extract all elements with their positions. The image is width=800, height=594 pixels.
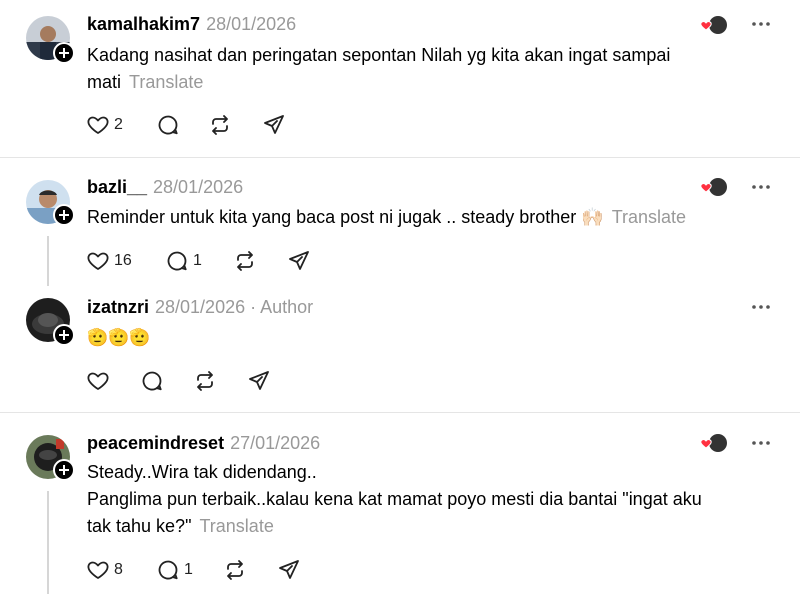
more-icon[interactable] — [750, 175, 772, 199]
comment-3: izatnzri 28/01/2026 · Author 🫡🫡🫡 — [0, 284, 800, 412]
comment-line: tak tahu ke?" — [87, 516, 192, 536]
username[interactable]: izatnzri — [87, 297, 149, 317]
like-count: 16 — [114, 252, 132, 269]
comment-2: bazli__ 28/01/2026 Reminder untuk kita ya… — [0, 158, 800, 286]
translate-link[interactable]: Translate — [612, 207, 686, 227]
share-icon — [289, 251, 309, 270]
repost-button[interactable] — [223, 557, 247, 583]
comment-text: Kadang nasihat dan peringatan sepontan N… — [87, 42, 767, 96]
reply-count: 1 — [193, 252, 202, 269]
share-icon — [249, 371, 269, 390]
reply-button[interactable] — [156, 112, 180, 138]
share-button[interactable] — [247, 368, 271, 394]
username[interactable]: kamalhakim7 — [87, 14, 200, 34]
translate-link[interactable]: Translate — [199, 516, 273, 536]
liked-by-author-badge — [700, 176, 728, 198]
comment-line: Kadang nasihat dan peringatan sepontan N… — [87, 45, 671, 65]
heart-icon — [87, 372, 109, 390]
timestamp: 28/01/2026 — [153, 177, 244, 197]
reply-count: 1 — [184, 561, 193, 578]
share-button[interactable] — [287, 248, 311, 274]
more-icon[interactable] — [750, 12, 772, 36]
comment-4: peacemindreset 27/01/2026 Steady..Wira ta… — [0, 413, 800, 594]
timestamp: 28/01/2026 — [155, 297, 246, 317]
thread-line — [47, 236, 49, 286]
author-tag: · Author — [250, 297, 314, 317]
repost-icon — [237, 251, 253, 271]
repost-button[interactable] — [193, 368, 217, 394]
liked-by-author-badge — [700, 14, 728, 36]
follow-plus-icon[interactable] — [53, 42, 75, 64]
thread-line — [47, 491, 49, 594]
share-button[interactable] — [277, 557, 301, 583]
comment-icon — [167, 251, 187, 271]
repost-icon — [212, 115, 228, 135]
timestamp: 28/01/2026 — [206, 14, 297, 34]
repost-icon — [227, 560, 243, 580]
comment-line: Panglima pun terbaik..kalau kena kat mam… — [87, 489, 702, 509]
username[interactable]: bazli__ — [87, 177, 147, 197]
comment-line: Reminder untuk kita yang baca post ni ju… — [87, 207, 604, 227]
follow-plus-icon[interactable] — [53, 324, 75, 346]
like-button[interactable]: 8 — [86, 557, 123, 583]
like-button[interactable]: 2 — [86, 112, 123, 138]
share-icon — [279, 560, 299, 579]
share-button[interactable] — [262, 112, 286, 138]
comment-1: kamalhakim7 28/01/2026 Kadang nasihat dan… — [0, 0, 800, 157]
comment-line: 🫡🫡🫡 — [87, 328, 151, 347]
like-count: 8 — [114, 561, 123, 578]
heart-icon — [87, 561, 109, 579]
like-count: 2 — [114, 116, 123, 133]
more-icon[interactable] — [750, 431, 772, 455]
comment-text: Reminder untuk kita yang baca post ni ju… — [87, 204, 767, 231]
liked-by-author-badge — [700, 432, 728, 454]
follow-plus-icon[interactable] — [53, 204, 75, 226]
reply-button[interactable] — [140, 368, 164, 394]
repost-icon — [197, 371, 213, 391]
share-icon — [264, 115, 284, 134]
more-icon[interactable] — [750, 295, 772, 319]
reply-button[interactable]: 1 — [165, 248, 202, 274]
follow-plus-icon[interactable] — [53, 459, 75, 481]
comment-line: Steady..Wira tak didendang.. — [87, 462, 317, 482]
comment-line: mati — [87, 72, 122, 92]
comment-text: 🫡🫡🫡 — [87, 324, 767, 351]
comment-icon — [158, 115, 178, 135]
translate-link[interactable]: Translate — [129, 72, 203, 92]
comment-text: Steady..Wira tak didendang.. Panglima pu… — [87, 459, 767, 540]
reply-button[interactable]: 1 — [156, 557, 193, 583]
heart-icon — [87, 252, 109, 270]
comment-icon — [142, 371, 162, 391]
like-button[interactable]: 16 — [86, 248, 132, 274]
comment-icon — [158, 560, 178, 580]
like-button[interactable] — [86, 368, 110, 394]
heart-icon — [87, 116, 109, 134]
repost-button[interactable] — [233, 248, 257, 274]
username[interactable]: peacemindreset — [87, 433, 224, 453]
timestamp: 27/01/2026 — [230, 433, 321, 453]
repost-button[interactable] — [208, 112, 232, 138]
